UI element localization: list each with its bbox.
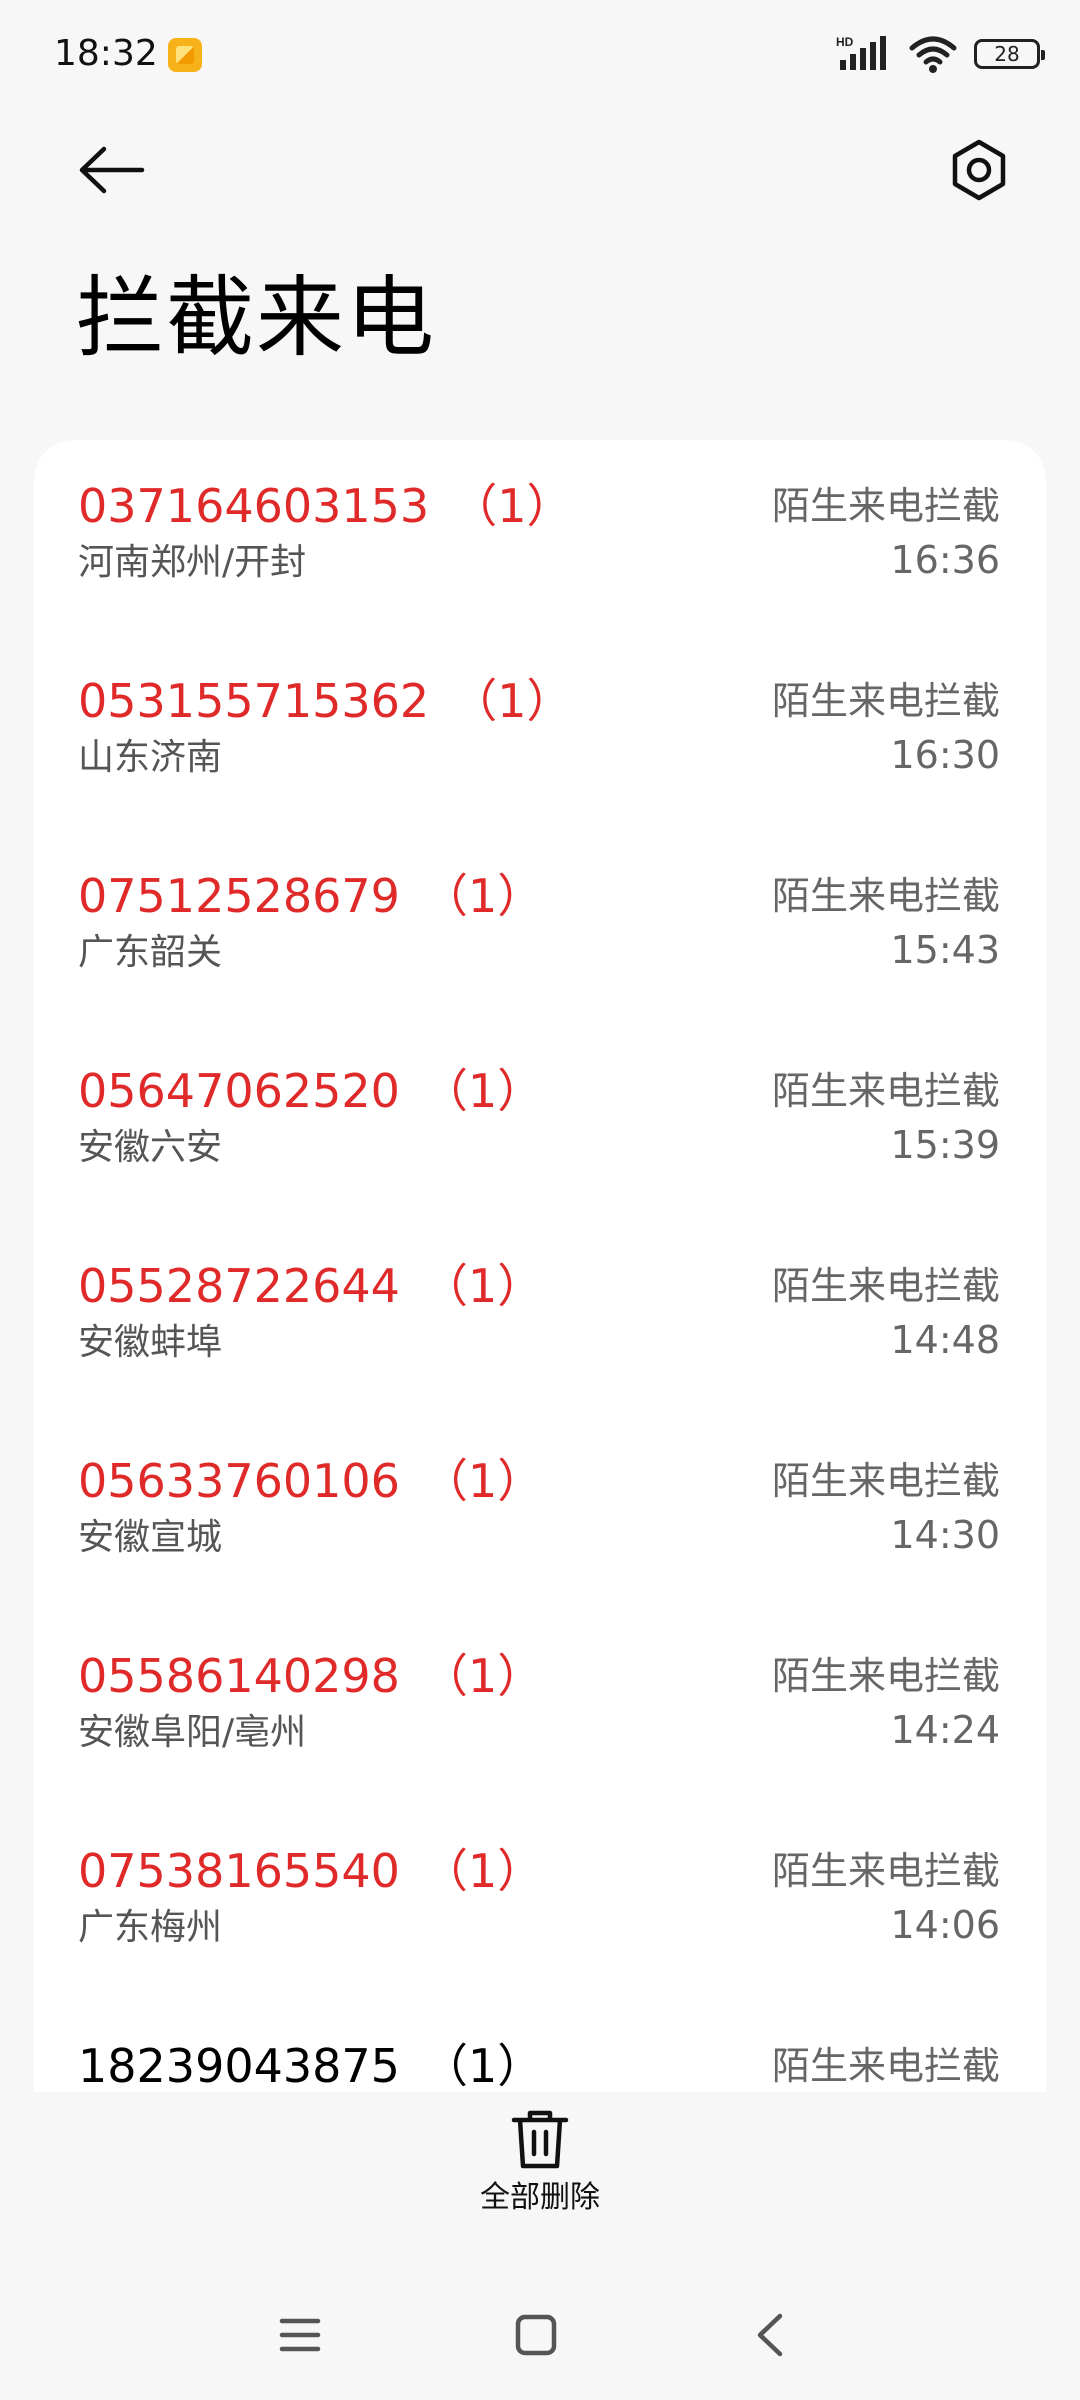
- blocked-calls-list[interactable]: 037164603153 （1） 河南郑州/开封 陌生来电拦截 16:36 053…: [34, 440, 1046, 2092]
- status-icons: HD 28: [836, 28, 1045, 80]
- call-number: 05647062520 （1）: [78, 1061, 543, 1121]
- call-count: （1）: [421, 1259, 544, 1313]
- page-title: 拦截来电: [76, 266, 437, 369]
- block-type: 陌生来电拦截: [771, 2044, 1000, 2088]
- nav-back-button[interactable]: [730, 2300, 810, 2370]
- call-number: 05528722644 （1）: [78, 1256, 543, 1316]
- delete-all-label: 全部删除: [480, 2180, 600, 2215]
- battery-level: 28: [994, 42, 1020, 66]
- chevron-left-icon: [757, 2313, 783, 2357]
- settings-button[interactable]: [934, 130, 1024, 210]
- block-type: 陌生来电拦截: [771, 1459, 1000, 1503]
- menu-icon: [279, 2318, 321, 2352]
- trash-icon: [511, 2110, 569, 2169]
- list-item[interactable]: 05586140298 （1） 安徽阜阳/亳州 陌生来电拦截 14:24: [34, 1610, 1046, 1805]
- block-type: 陌生来电拦截: [771, 484, 1000, 528]
- battery-indicator: 28: [974, 39, 1045, 69]
- list-item[interactable]: 037164603153 （1） 河南郑州/开封 陌生来电拦截 16:36: [34, 440, 1046, 635]
- status-bar: 18:32 HD 28: [0, 0, 1080, 108]
- call-number: 053155715362 （1）: [78, 671, 572, 731]
- phone-number: 05633760106: [78, 1454, 400, 1508]
- call-time: 14:06: [890, 1903, 1000, 1947]
- call-number: 07512528679 （1）: [78, 866, 543, 926]
- nav-home-button[interactable]: [496, 2300, 576, 2370]
- call-time: 15:39: [890, 1123, 1000, 1167]
- call-number: 05586140298 （1）: [78, 1646, 543, 1706]
- status-time: 18:32: [54, 33, 158, 74]
- phone-number: 05647062520: [78, 1064, 400, 1118]
- notification-app-icon: [168, 38, 202, 72]
- cellular-signal-icon: HD: [836, 35, 886, 70]
- block-type: 陌生来电拦截: [771, 1654, 1000, 1698]
- call-number: 18239043875 （1）: [78, 2036, 543, 2092]
- list-item[interactable]: 05647062520 （1） 安徽六安 陌生来电拦截 15:39: [34, 1025, 1046, 1220]
- block-type: 陌生来电拦截: [771, 1849, 1000, 1893]
- block-type: 陌生来电拦截: [771, 1069, 1000, 1113]
- call-location: 山东济南: [78, 737, 223, 778]
- call-count: （1）: [421, 869, 544, 923]
- call-time: 16:36: [890, 538, 1000, 582]
- block-type: 陌生来电拦截: [771, 1264, 1000, 1308]
- call-count: （1）: [421, 1649, 544, 1703]
- system-nav-bar: [0, 2280, 1080, 2390]
- phone-number: 05528722644: [78, 1259, 400, 1313]
- delete-all-button[interactable]: 全部删除: [440, 2108, 640, 2228]
- phone-number: 07538165540: [78, 1844, 400, 1898]
- call-location: 安徽阜阳/亳州: [78, 1712, 307, 1753]
- phone-number: 18239043875: [78, 2039, 400, 2092]
- list-item[interactable]: 05633760106 （1） 安徽宣城 陌生来电拦截 14:30: [34, 1415, 1046, 1610]
- call-count: （1）: [421, 1844, 544, 1898]
- network-hd-label: HD: [836, 35, 854, 49]
- call-location: 广东韶关: [78, 932, 223, 973]
- block-type: 陌生来电拦截: [771, 874, 1000, 918]
- square-icon: [515, 2314, 557, 2356]
- call-time: 14:30: [890, 1513, 1000, 1557]
- call-count: （1）: [451, 479, 573, 533]
- call-location: 安徽宣城: [78, 1517, 223, 1558]
- call-location: 安徽六安: [78, 1127, 223, 1168]
- call-number: 05633760106 （1）: [78, 1451, 543, 1511]
- list-item[interactable]: 05528722644 （1） 安徽蚌埠 陌生来电拦截 14:48: [34, 1220, 1046, 1415]
- call-count: （1）: [421, 1064, 544, 1118]
- arrow-left-icon: [79, 146, 145, 194]
- block-type: 陌生来电拦截: [771, 679, 1000, 723]
- call-number: 07538165540 （1）: [78, 1841, 543, 1901]
- phone-number: 07512528679: [78, 869, 400, 923]
- list-item[interactable]: 053155715362 （1） 山东济南 陌生来电拦截 16:30: [34, 635, 1046, 830]
- call-location: 河南郑州/开封: [78, 542, 307, 583]
- call-location: 广东梅州: [78, 1907, 223, 1948]
- call-location: 安徽蚌埠: [78, 1322, 223, 1363]
- call-count: （1）: [421, 2039, 544, 2092]
- call-time: 14:48: [890, 1318, 1000, 1362]
- call-count: （1）: [421, 1454, 544, 1508]
- call-count: （1）: [451, 674, 573, 728]
- list-item[interactable]: 07538165540 （1） 广东梅州 陌生来电拦截 14:06: [34, 1805, 1046, 2000]
- call-time: 16:30: [890, 733, 1000, 777]
- call-time: 15:43: [890, 928, 1000, 972]
- wifi-icon: [909, 36, 957, 73]
- call-time: 14:24: [890, 1708, 1000, 1752]
- list-item[interactable]: 07512528679 （1） 广东韶关 陌生来电拦截 15:43: [34, 830, 1046, 1025]
- phone-number: 037164603153: [78, 479, 430, 533]
- call-number: 037164603153 （1）: [78, 476, 572, 536]
- nav-menu-button[interactable]: [260, 2300, 340, 2370]
- phone-number: 053155715362: [78, 674, 430, 728]
- phone-number: 05586140298: [78, 1649, 400, 1703]
- back-button[interactable]: [66, 130, 156, 210]
- list-item[interactable]: 18239043875 （1） 陌生来电拦截: [34, 2000, 1046, 2092]
- settings-hexagon-icon: [952, 139, 1006, 201]
